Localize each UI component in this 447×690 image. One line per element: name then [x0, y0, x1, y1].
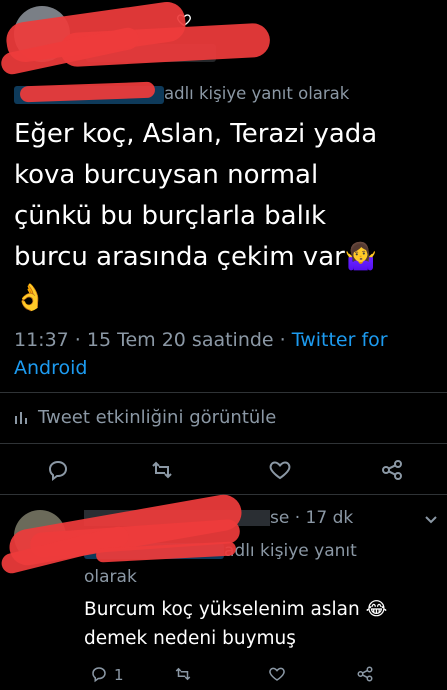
reply-to-label: olarak — [84, 567, 137, 587]
reply-to-label: adlı kişiye yanıt olarak — [164, 84, 350, 103]
tweet-meta: 11:37 · 15 Tem 20 saatinde · Twitter for… — [14, 326, 439, 382]
laughing-emoji: 😂 — [365, 599, 388, 620]
tweet-client-link[interactable]: Twitter for — [292, 329, 388, 351]
share-icon[interactable] — [356, 665, 374, 683]
activity-label: Tweet etkinliğini görüntüle — [38, 407, 277, 428]
tweet-text-line: Eğer koç, Aslan, Terazi yada — [14, 119, 378, 149]
like-icon[interactable] — [268, 458, 292, 482]
reply-text-line: Burcum koç yükselenim aslan 😂 — [84, 599, 388, 620]
divider — [0, 392, 447, 393]
reply-text-line: demek nedeni buymuş — [84, 628, 296, 649]
tweet-text-line: çünkü bu burçlarla balık — [14, 201, 327, 231]
divider — [0, 443, 447, 444]
like-icon[interactable] — [268, 665, 286, 683]
reply-timestamp: se · 17 dk — [270, 508, 354, 528]
reply-count: 1 — [114, 666, 124, 684]
shrug-emoji: 🤷‍♀️ — [344, 242, 378, 272]
reply-icon[interactable] — [46, 458, 70, 482]
tweet-text-line: burcu arasında çekim var🤷‍♀️ — [14, 242, 378, 272]
bar-chart-icon — [14, 409, 30, 425]
reply-to-label: adlı kişiye yanıt — [224, 541, 357, 561]
chevron-down-icon[interactable] — [424, 512, 438, 526]
share-icon[interactable] — [380, 458, 404, 482]
reply-text: Burcum koç yükselenim aslan 😂 demek nede… — [84, 595, 439, 653]
retweet-icon[interactable] — [174, 665, 192, 683]
reply-icon[interactable] — [90, 665, 108, 683]
tweet-text-line: kova burcuysan normal — [14, 160, 319, 190]
ok-hand-emoji: 👌 — [14, 283, 47, 313]
tweet-timestamp: 11:37 · 15 Tem 20 saatinde · — [14, 329, 292, 351]
tweet-text: Eğer koç, Aslan, Terazi yada kova burcuy… — [14, 114, 439, 319]
tweet-activity-link[interactable]: Tweet etkinliğini görüntüle — [14, 407, 276, 428]
retweet-icon[interactable] — [150, 458, 174, 482]
tweet-client-link[interactable]: Android — [14, 357, 87, 379]
